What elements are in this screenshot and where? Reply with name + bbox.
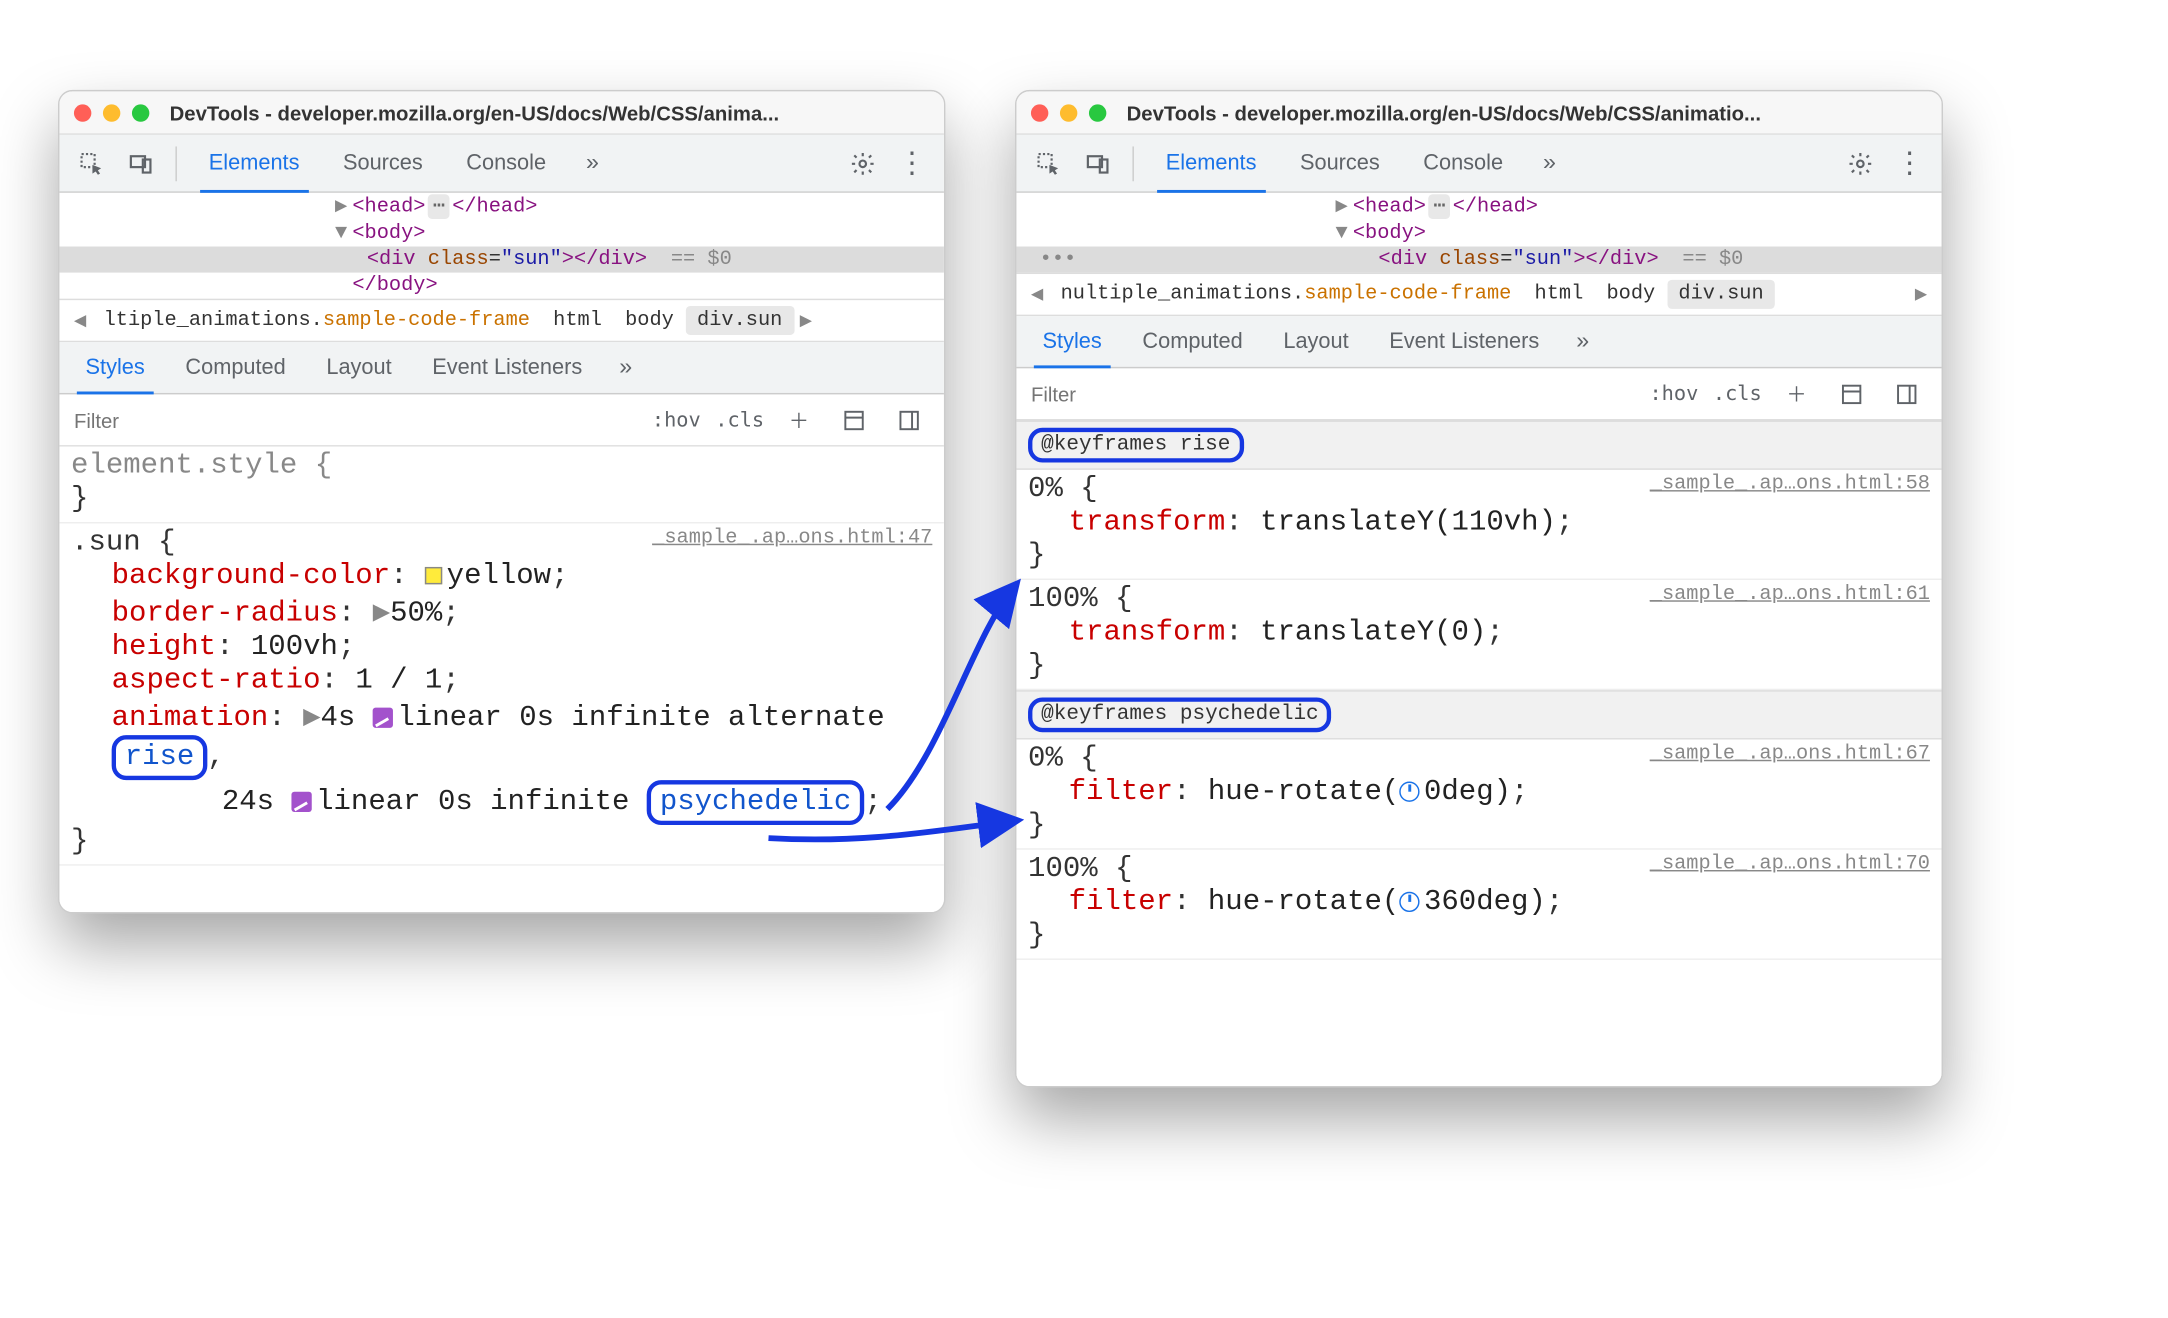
rule-sun[interactable]: _sample_.ap…ons.html:47 .sun { backgroun…: [59, 523, 944, 865]
devtools-window-left: DevTools - developer.mozilla.org/en-US/d…: [58, 90, 945, 914]
tab-sources[interactable]: Sources: [326, 135, 441, 192]
kebab-menu-icon[interactable]: ⋮: [892, 143, 933, 184]
crumb-frame[interactable]: nultiple_animations.sample-code-frame: [1049, 280, 1523, 309]
subtab-computed[interactable]: Computed: [168, 342, 303, 393]
source-link[interactable]: _sample_.ap…ons.html:47: [652, 526, 932, 549]
breadcrumb[interactable]: ◀ nultiple_animations.sample-code-frame …: [1016, 273, 1941, 317]
toggle-cls-button[interactable]: .cls: [1713, 382, 1762, 405]
keyframes-header-rise: @keyframes rise: [1016, 421, 1941, 470]
breadcrumb[interactable]: ◀ ltiple_animations.sample-code-frame ht…: [59, 299, 944, 343]
main-toolbar: Elements Sources Console » ⋮: [1016, 135, 1941, 193]
dom-tree[interactable]: ▶<head>⋯</head> ▼<body> <div class="sun"…: [59, 193, 944, 299]
styles-filter-bar: :hov .cls ＋: [59, 394, 944, 446]
styles-subtabs: Styles Computed Layout Event Listeners »: [59, 342, 944, 394]
styles-rules: element.style { } _sample_.ap…ons.html:4…: [59, 447, 944, 912]
settings-gear-icon[interactable]: [1840, 143, 1881, 184]
toggle-cls-button[interactable]: .cls: [715, 408, 764, 431]
device-mode-icon[interactable]: [1077, 143, 1118, 184]
tab-sources[interactable]: Sources: [1283, 135, 1398, 192]
titlebar: DevTools - developer.mozilla.org/en-US/d…: [59, 91, 944, 135]
dom-tree[interactable]: ▶<head>⋯</head> ▼<body> ••• <div class="…: [1016, 193, 1941, 273]
subtab-layout[interactable]: Layout: [309, 342, 409, 393]
crumb-selected[interactable]: div.sun: [685, 306, 793, 335]
subtab-styles[interactable]: Styles: [68, 342, 162, 393]
traffic-close-icon[interactable]: [1031, 104, 1048, 121]
rule-psy-0[interactable]: _sample_.ap…ons.html:67 0% { filter: hue…: [1016, 740, 1941, 850]
devtools-window-right: DevTools - developer.mozilla.org/en-US/d…: [1015, 90, 1943, 1088]
computed-styles-sidebar-icon[interactable]: [1831, 373, 1872, 414]
subtab-more-icon[interactable]: »: [1562, 321, 1603, 362]
crumb-prev-icon[interactable]: ◀: [68, 308, 92, 333]
keyframes-header-psychedelic: @keyframes psychedelic: [1016, 690, 1941, 739]
crumb-selected[interactable]: div.sun: [1667, 280, 1775, 309]
more-tabs-icon[interactable]: »: [572, 143, 613, 184]
styles-filter-input[interactable]: [1016, 382, 1649, 405]
traffic-minimize-icon[interactable]: [103, 104, 120, 121]
source-link[interactable]: _sample_.ap…ons.html:70: [1650, 853, 1930, 876]
traffic-close-icon[interactable]: [74, 104, 91, 121]
subtab-layout[interactable]: Layout: [1266, 316, 1366, 367]
rendering-panel-icon[interactable]: [1886, 373, 1927, 414]
tab-elements[interactable]: Elements: [191, 135, 316, 192]
settings-gear-icon[interactable]: [842, 143, 883, 184]
traffic-zoom-icon[interactable]: [1089, 104, 1106, 121]
toggle-hov-button[interactable]: :hov: [652, 408, 701, 431]
bezier-icon[interactable]: [291, 791, 311, 811]
keyframes-link-psychedelic[interactable]: psychedelic: [660, 786, 851, 819]
more-tabs-icon[interactable]: »: [1529, 143, 1570, 184]
device-mode-icon[interactable]: [120, 143, 161, 184]
tab-console[interactable]: Console: [449, 135, 564, 192]
rule-element-style[interactable]: element.style { }: [59, 447, 944, 524]
crumb-prev-icon[interactable]: ◀: [1025, 282, 1049, 307]
styles-filter-input[interactable]: [59, 408, 651, 431]
rule-rise-100[interactable]: _sample_.ap…ons.html:61 100% { transform…: [1016, 580, 1941, 690]
subtab-styles[interactable]: Styles: [1025, 316, 1119, 367]
tab-elements[interactable]: Elements: [1148, 135, 1273, 192]
styles-subtabs: Styles Computed Layout Event Listeners »: [1016, 316, 1941, 368]
traffic-minimize-icon[interactable]: [1060, 104, 1077, 121]
rendering-panel-icon[interactable]: [889, 399, 930, 440]
window-title: DevTools - developer.mozilla.org/en-US/d…: [170, 101, 780, 124]
traffic-zoom-icon[interactable]: [132, 104, 149, 121]
new-style-rule-icon[interactable]: ＋: [779, 399, 820, 440]
main-toolbar: Elements Sources Console » ⋮: [59, 135, 944, 193]
titlebar: DevTools - developer.mozilla.org/en-US/d…: [1016, 91, 1941, 135]
crumb-body[interactable]: body: [614, 306, 686, 335]
tab-console[interactable]: Console: [1406, 135, 1521, 192]
styles-filter-bar: :hov .cls ＋: [1016, 368, 1941, 420]
new-style-rule-icon[interactable]: ＋: [1776, 373, 1817, 414]
rule-rise-0[interactable]: _sample_.ap…ons.html:58 0% { transform: …: [1016, 470, 1941, 580]
bezier-icon[interactable]: [373, 707, 393, 727]
subtab-more-icon[interactable]: »: [605, 347, 646, 388]
angle-clock-icon[interactable]: [1399, 781, 1419, 801]
window-title: DevTools - developer.mozilla.org/en-US/d…: [1127, 101, 1761, 124]
inspect-icon[interactable]: [71, 143, 112, 184]
rule-psy-100[interactable]: _sample_.ap…ons.html:70 100% { filter: h…: [1016, 850, 1941, 960]
keyframes-link-rise[interactable]: rise: [125, 741, 195, 774]
subtab-event-listeners[interactable]: Event Listeners: [415, 342, 600, 393]
subtab-event-listeners[interactable]: Event Listeners: [1372, 316, 1557, 367]
crumb-frame[interactable]: ltiple_animations.sample-code-frame: [92, 306, 542, 335]
toggle-hov-button[interactable]: :hov: [1649, 382, 1698, 405]
source-link[interactable]: _sample_.ap…ons.html:58: [1650, 473, 1930, 496]
angle-clock-icon[interactable]: [1399, 891, 1419, 911]
crumb-next-icon[interactable]: ▶: [794, 308, 818, 333]
crumb-next-icon[interactable]: ▶: [1909, 282, 1933, 307]
crumb-html[interactable]: html: [1523, 280, 1595, 309]
dom-selected-node[interactable]: ••• <div class="sun"></div> == $0: [1016, 247, 1941, 273]
crumb-html[interactable]: html: [542, 306, 614, 335]
subtab-computed[interactable]: Computed: [1125, 316, 1260, 367]
divider: [1132, 146, 1133, 181]
styles-rules: @keyframes rise _sample_.ap…ons.html:58 …: [1016, 421, 1941, 1087]
kebab-menu-icon[interactable]: ⋮: [1889, 143, 1930, 184]
crumb-body[interactable]: body: [1595, 280, 1667, 309]
inspect-icon[interactable]: [1028, 143, 1069, 184]
computed-styles-sidebar-icon[interactable]: [834, 399, 875, 440]
divider: [175, 146, 176, 181]
dom-selected-node[interactable]: <div class="sun"></div> == $0: [59, 247, 944, 273]
source-link[interactable]: _sample_.ap…ons.html:61: [1650, 583, 1930, 606]
source-link[interactable]: _sample_.ap…ons.html:67: [1650, 742, 1930, 765]
